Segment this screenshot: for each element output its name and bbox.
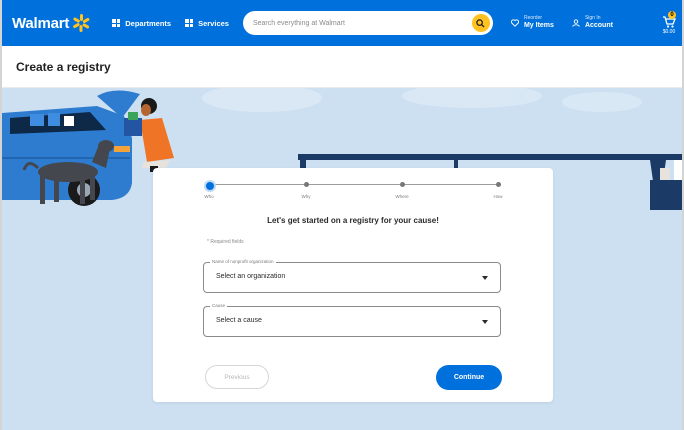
search-bar[interactable]: Search everything at Walmart	[242, 11, 493, 35]
step-label-who: Who	[204, 194, 214, 199]
chevron-down-icon	[482, 320, 488, 324]
organization-legend: Name of nonprofit organization	[210, 259, 276, 264]
required-note: * Required fields	[207, 239, 244, 245]
spark-icon	[72, 14, 90, 32]
organization-select[interactable]: Name of nonprofit organization Select an…	[203, 259, 501, 293]
continue-button[interactable]: Continue	[436, 365, 502, 390]
step-dot-how	[496, 181, 501, 187]
form-heading: Let's get started on a registry for your…	[267, 216, 439, 225]
search-input[interactable]: Search everything at Walmart	[253, 20, 345, 27]
step-dot-why	[304, 181, 309, 187]
my-items-small: Reorder	[523, 15, 543, 22]
account-link[interactable]: Sign In Account	[572, 16, 613, 29]
account-small: Sign In	[584, 15, 601, 22]
chevron-down-icon	[482, 276, 488, 280]
step-label-where: Where	[395, 194, 409, 199]
cause-legend: Cause	[210, 303, 228, 308]
search-icon	[476, 18, 486, 28]
cause-value: Select a cause	[216, 317, 262, 324]
page: Walmart Departments Services Search ever…	[0, 0, 684, 430]
services-button[interactable]: Services	[185, 19, 229, 28]
cart-total: $0.00	[662, 29, 676, 35]
previous-button[interactable]: Previous	[205, 365, 269, 389]
top-header: Walmart Departments Services Search ever…	[2, 0, 682, 46]
my-items-label: My Items	[523, 21, 554, 29]
account-label: Account	[584, 21, 613, 29]
organization-value: Select an organization	[216, 273, 286, 280]
services-label: Services	[198, 18, 229, 28]
step-dot-who	[204, 180, 216, 192]
walmart-logo[interactable]: Walmart	[12, 14, 90, 32]
title-bar: Create a registry	[2, 46, 682, 88]
heart-icon	[510, 19, 519, 27]
progress-stepper: Who Why Where How	[204, 180, 503, 214]
departments-button[interactable]: Departments	[112, 19, 171, 28]
logo-text: Walmart	[12, 14, 70, 32]
cause-select[interactable]: Cause Select a cause	[203, 303, 501, 337]
grid-icon	[112, 19, 121, 27]
car-illustration	[2, 90, 140, 206]
step-label-how: How	[493, 194, 503, 199]
cart-button[interactable]: 0 $0.00	[662, 11, 676, 35]
stepper-track	[209, 184, 501, 185]
step-label-why: Why	[301, 194, 311, 199]
user-icon	[572, 19, 580, 27]
page-title: Create a registry	[16, 59, 111, 74]
cart-count-badge: 0	[668, 11, 676, 19]
search-button[interactable]	[471, 14, 490, 32]
registry-form-card: Who Why Where How Let's get started on a…	[153, 168, 553, 402]
step-dot-where	[400, 181, 405, 187]
departments-label: Departments	[125, 18, 172, 28]
grid-icon	[185, 19, 194, 27]
my-items-link[interactable]: Reorder My Items	[510, 15, 554, 29]
